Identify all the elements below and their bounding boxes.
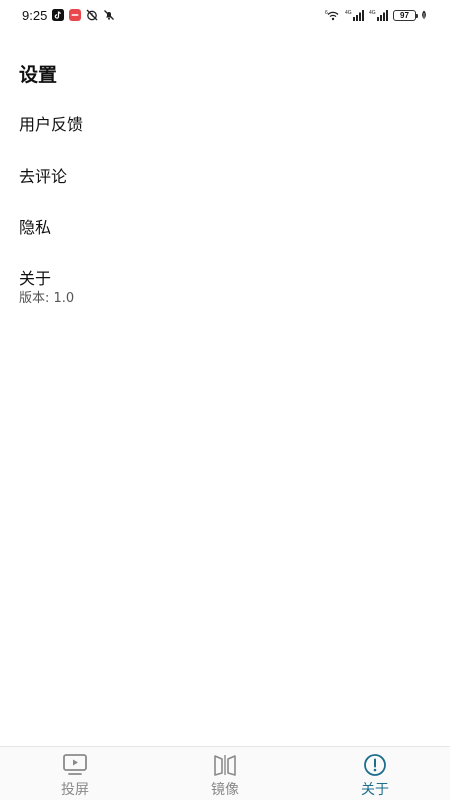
svg-text:6: 6 xyxy=(325,10,328,16)
menu-item-privacy-label: 隐私 xyxy=(19,218,52,237)
status-left: 9:25 xyxy=(22,8,115,23)
menu-item-review-label: 去评论 xyxy=(19,167,68,186)
nav-label-mirror: 镜像 xyxy=(211,782,239,798)
network-label-1: 4G xyxy=(345,10,352,16)
red-app-icon xyxy=(69,9,82,21)
info-icon xyxy=(364,754,386,776)
status-right: 6 4G 4G 97 xyxy=(325,9,428,21)
wifi-icon: 6 xyxy=(325,10,339,21)
page-title: 设置 xyxy=(19,64,58,86)
nav-item-about[interactable]: 关于 xyxy=(300,747,450,800)
screen: 9:25 6 4G 4G 97 设置 用户反馈 去评论 隐私 关于 版本: 1.… xyxy=(0,0,450,800)
screen-cast-icon xyxy=(63,754,87,775)
mute-icon xyxy=(104,10,115,20)
nav-item-screen-cast[interactable]: 投屏 xyxy=(0,747,150,800)
menu-item-feedback[interactable]: 用户反馈 xyxy=(0,114,83,136)
menu-item-review[interactable]: 去评论 xyxy=(0,166,67,188)
status-time: 9:25 xyxy=(22,7,48,23)
battery-icon: 97 xyxy=(393,9,418,21)
status-bar: 9:25 6 4G 4G 97 xyxy=(0,0,450,30)
mirror-icon xyxy=(214,755,236,776)
nav-label-about: 关于 xyxy=(361,782,389,798)
menu-item-feedback-label: 用户反馈 xyxy=(19,115,84,134)
tiktok-icon xyxy=(52,9,65,21)
menu-item-privacy[interactable]: 隐私 xyxy=(0,217,51,239)
signal-icon: 4G xyxy=(345,10,364,21)
menu-item-about[interactable]: 关于 版本: 1.0 xyxy=(0,268,74,308)
menu-item-about-label: 关于 xyxy=(19,269,52,288)
nav-label-screen-cast: 投屏 xyxy=(61,782,89,798)
nav-item-mirror[interactable]: 镜像 xyxy=(150,747,300,800)
version-text: 版本: 1.0 xyxy=(19,291,75,306)
bottom-nav: 投屏 镜像 关于 xyxy=(0,746,450,800)
network-label-2: 4G xyxy=(369,10,376,16)
leaf-icon xyxy=(422,10,426,20)
battery-level: 97 xyxy=(400,10,409,20)
signal-icon: 4G xyxy=(369,10,388,21)
alarm-off-icon xyxy=(86,9,98,21)
